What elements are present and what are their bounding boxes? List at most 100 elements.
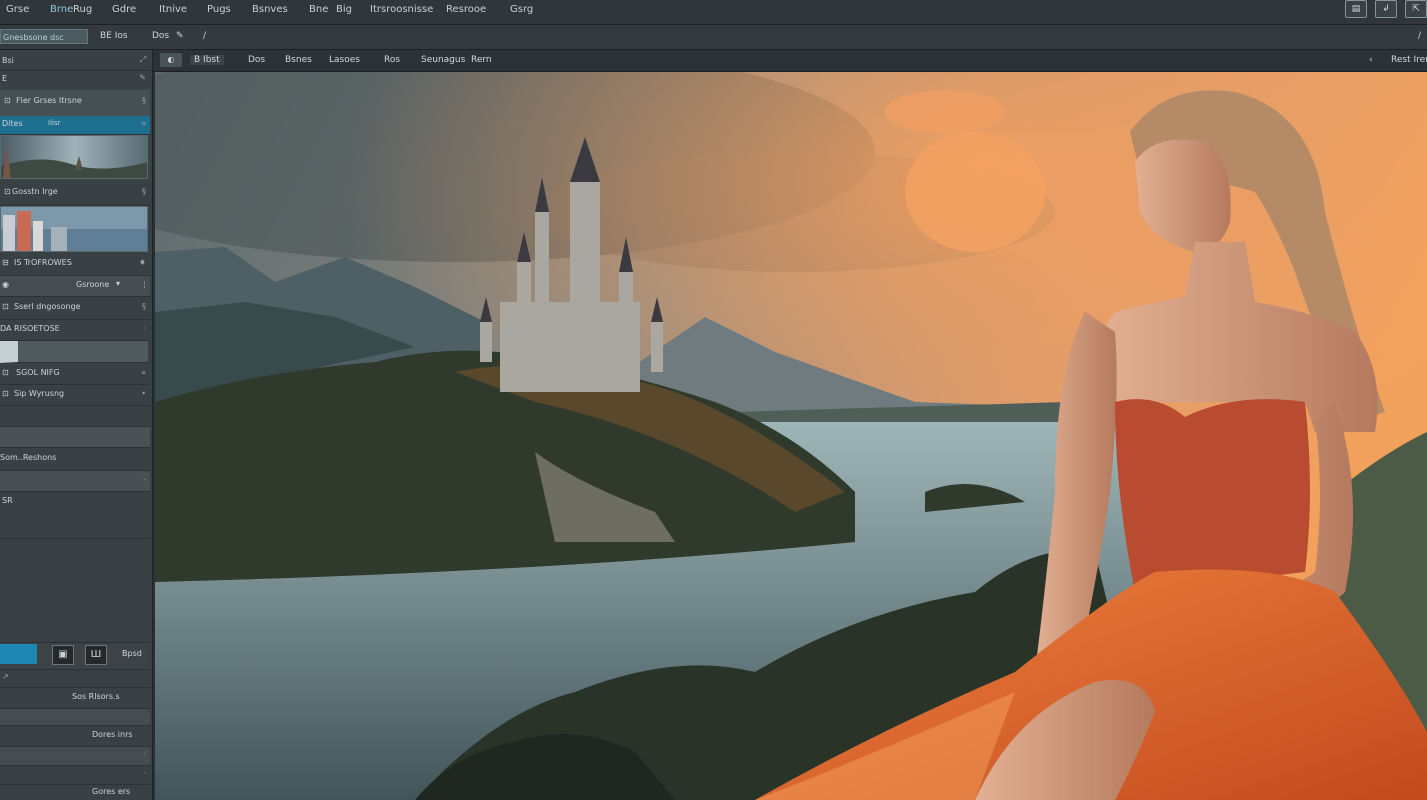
more-icon[interactable]: - <box>143 475 146 484</box>
panel-row[interactable] <box>0 406 150 427</box>
panel-row-label: Dores inrs <box>92 730 133 739</box>
menu-item-7[interactable]: Bsnves <box>252 4 288 15</box>
layer-thumbnail-city[interactable] <box>0 206 148 252</box>
panel-row[interactable]: ⊡ SGOL NIFG « <box>0 364 150 385</box>
menu-item-6[interactable]: Pugs <box>207 4 231 15</box>
panel-row-label: Fler Grses Itrsne <box>16 96 82 105</box>
more-icon[interactable]: • <box>141 389 146 398</box>
menu-item-12[interactable]: Gsrg <box>510 4 533 15</box>
options-bar: Gnesbsone dsc BE Ios Dos ✎ ∕ ∕ <box>0 25 1427 50</box>
toggle-icon[interactable]: ◐ <box>160 53 182 67</box>
menu-item-11[interactable]: Resrooe <box>446 4 486 15</box>
layer-eye-icon[interactable]: ⊡ <box>2 389 9 398</box>
panel-row[interactable]: ◉ Gsroone ▾ ¦ <box>0 276 150 297</box>
menu-item-2[interactable]: Brne <box>50 4 73 15</box>
doc-tab[interactable]: Dos <box>248 55 265 65</box>
panel-row[interactable]: ↗ <box>0 669 150 688</box>
pencil-icon[interactable]: ✎ <box>139 73 146 82</box>
menu-item-4[interactable]: Gdre <box>112 4 136 15</box>
preset-field[interactable]: Gnesbsone dsc <box>0 29 88 44</box>
artwork-castle-woman <box>155 72 1427 800</box>
expand-icon[interactable]: ⤢ <box>140 55 146 65</box>
panel-row[interactable]: - <box>0 471 150 492</box>
lock-icon[interactable]: ♦ <box>139 258 146 267</box>
panel-row-label: Gsroone <box>76 280 110 289</box>
panel-row-label: DA RISOETOSE <box>0 324 60 333</box>
panel-row[interactable]: SR <box>0 492 150 539</box>
panel-row[interactable]: E ✎ <box>0 70 150 91</box>
layer-eye-icon[interactable]: ⊡ <box>4 96 11 105</box>
panel-row[interactable]: Sos Rlsors.s <box>0 688 150 709</box>
tag-icon[interactable]: ⌗ <box>141 119 146 129</box>
layer-mask-row[interactable] <box>0 341 148 363</box>
layer-eye-icon[interactable]: ⊡ <box>4 187 11 196</box>
panel-row[interactable]: ⊡ Fler Grses Itrsne § <box>0 90 150 117</box>
mask-icon[interactable]: Ш <box>85 645 107 665</box>
menu-item-1[interactable]: Grse <box>6 4 29 15</box>
doc-tab-right[interactable]: Rest Iren <box>1391 55 1427 65</box>
chevron-down-icon[interactable]: ▾ <box>116 279 120 288</box>
panel-row[interactable] <box>0 709 150 726</box>
layer-row-selected[interactable]: Dites Iiisr ⌗ <box>0 116 150 135</box>
panel-row[interactable]: ⊡ Gosstn Irge § <box>0 181 150 206</box>
panel-toolbar-label: Bpsd <box>122 649 142 658</box>
panel-row[interactable]: Dores inrs <box>0 726 150 747</box>
link-icon[interactable]: « <box>141 368 146 377</box>
layer-eye-icon[interactable]: ⊡ <box>2 302 9 311</box>
pen-tool-right-icon[interactable]: ∕ <box>1418 31 1421 41</box>
link-icon[interactable]: § <box>142 302 146 311</box>
panel-row[interactable]: Gores ers <box>0 785 150 800</box>
arrow-icon[interactable]: ↗ <box>2 672 9 681</box>
pen-icon[interactable]: ∕ <box>203 31 206 41</box>
link-icon[interactable]: § <box>142 187 146 196</box>
doc-tab[interactable]: Lasoes <box>329 55 360 65</box>
more-icon[interactable]: · <box>143 750 146 759</box>
panel-row-label: Iiisr <box>48 119 61 127</box>
panel-row-label: Sip Wyrusng <box>14 389 65 398</box>
castle-thumbnail-image <box>1 136 147 178</box>
panel-toolbar: ▣ Ш Bpsd <box>0 642 150 670</box>
layout-icon[interactable]: ▤ <box>1345 0 1367 18</box>
panel-row[interactable]: ⊡ Sip Wyrusng • <box>0 385 150 406</box>
chevron-left-icon[interactable]: ‹ <box>1369 55 1373 65</box>
panel-row[interactable]: DA RISOETOSE · <box>0 320 150 341</box>
panel-row[interactable]: Bsi ⤢ <box>0 52 150 71</box>
panel-row[interactable]: Som..Reshons <box>0 448 150 471</box>
link-icon[interactable]: ¦ <box>143 280 146 289</box>
panel-row[interactable]: · <box>0 766 150 785</box>
panel-row-label: Bsi <box>2 56 14 65</box>
layers-panel: Bsi ⤢ E ✎ ⊡ Fler Grses Itrsne § Dites Ii… <box>0 50 153 800</box>
avatar-icon[interactable]: ◉ <box>2 280 9 289</box>
doc-tab[interactable]: Rern <box>471 55 492 65</box>
panel-row[interactable]: ⊡ Sserl dngosonge § <box>0 297 150 320</box>
brush-icon[interactable]: ✎ <box>176 31 184 41</box>
more-icon[interactable]: · <box>143 324 146 333</box>
mode-label[interactable]: Dos <box>152 31 169 41</box>
menu-item-9[interactable]: Big <box>336 4 352 15</box>
panel-row-label: IS TrOFROWES <box>14 258 72 267</box>
menu-item-3[interactable]: Rug <box>73 4 92 15</box>
doc-tab[interactable]: Ros <box>384 55 400 65</box>
panel-row[interactable]: ⊟ IS TrOFROWES ♦ <box>0 253 150 276</box>
share-icon[interactable]: ⇱ <box>1405 0 1427 18</box>
export-icon[interactable]: ↲ <box>1375 0 1397 18</box>
fx-icon[interactable]: ⊟ <box>2 258 9 267</box>
menu-item-8[interactable]: Bne <box>309 4 328 15</box>
more-icon[interactable]: · <box>143 769 146 778</box>
menu-item-10[interactable]: Itrsroosnisse <box>370 4 433 15</box>
layer-thumbnail-castle[interactable] <box>0 135 148 179</box>
link-icon[interactable]: § <box>142 96 146 105</box>
size-label[interactable]: BE Ios <box>100 31 128 41</box>
panel-row[interactable]: · <box>0 747 150 766</box>
layers-icon[interactable]: ▣ <box>52 645 74 665</box>
doc-tab[interactable]: B Ibst <box>190 55 224 65</box>
layer-eye-icon[interactable]: ⊡ <box>2 368 9 377</box>
doc-tab[interactable]: Bsnes <box>285 55 312 65</box>
document-tab-bar: ◐ B Ibst Dos Bsnes Lasoes Ros Seunagus R… <box>153 50 1427 72</box>
city-thumbnail-image <box>1 207 147 251</box>
doc-tab[interactable]: Seunagus <box>421 55 465 65</box>
menu-item-5[interactable]: Itnive <box>159 4 187 15</box>
image-canvas[interactable] <box>155 72 1427 800</box>
new-layer-button[interactable] <box>0 644 37 664</box>
panel-row[interactable] <box>0 427 150 448</box>
